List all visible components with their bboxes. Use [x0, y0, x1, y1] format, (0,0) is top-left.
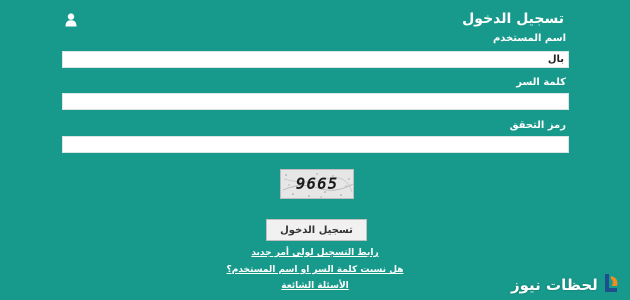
username-field[interactable] [62, 51, 569, 68]
captcha-label: رمز التحقق [509, 120, 566, 131]
new-parent-registration-link[interactable]: رابط التسجيل لولي أمر جديد [0, 248, 630, 258]
user-icon [65, 12, 77, 27]
brand-logo-icon [601, 272, 621, 298]
username-label: اسم المستخدم [492, 33, 566, 44]
login-button[interactable]: تسجيل الدخول [266, 219, 367, 241]
captcha-image: 9665 [280, 169, 354, 199]
captcha-field[interactable] [62, 136, 569, 153]
captcha-code: 9665 [295, 174, 339, 193]
watermark-text: لحظات نيوز [511, 276, 598, 294]
watermark: لحظات نيوز [511, 273, 621, 297]
page-title: تسجيل الدخول [462, 11, 564, 27]
password-field[interactable] [62, 93, 569, 110]
password-label: كلمة السر [516, 77, 566, 88]
login-panel: تسجيل الدخول اسم المستخدم كلمة السر رمز … [0, 0, 630, 300]
